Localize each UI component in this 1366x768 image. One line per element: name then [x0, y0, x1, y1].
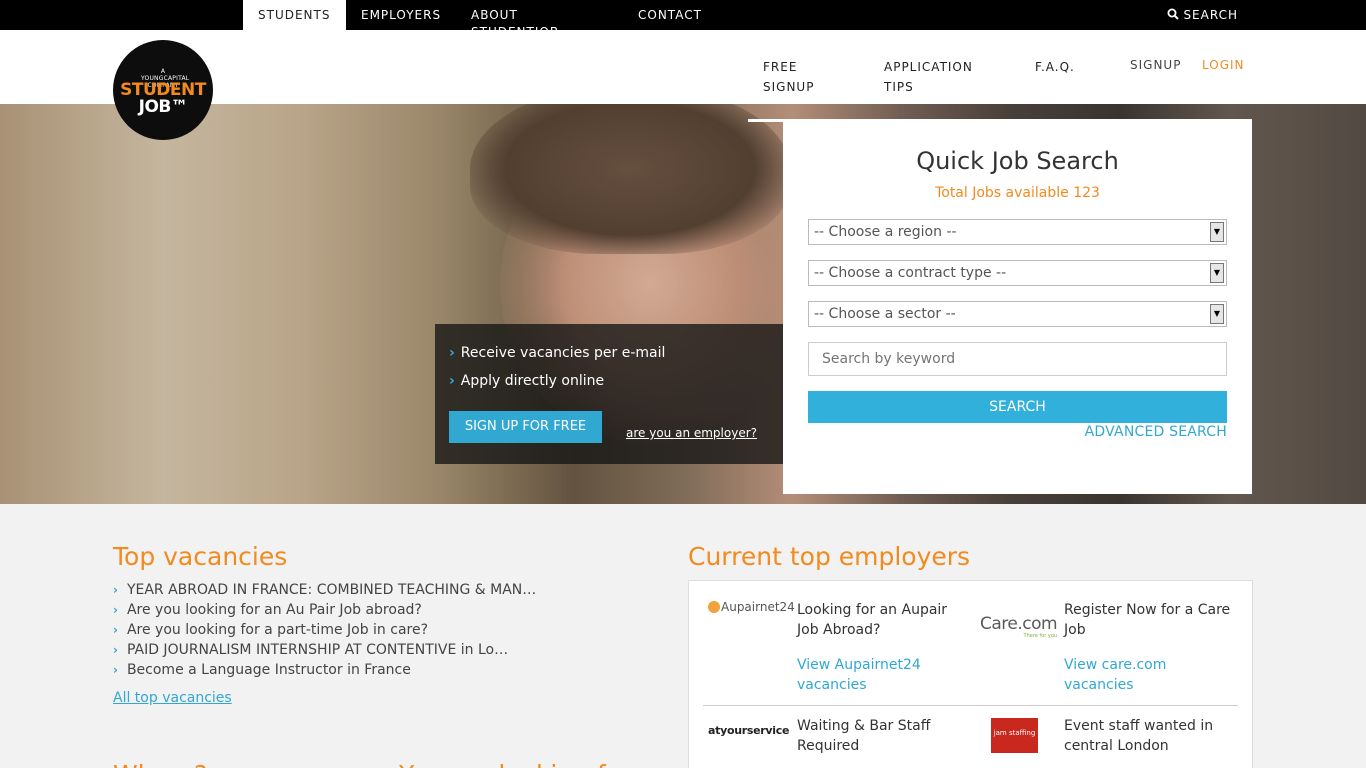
dropdown-arrow-icon: ▼: [1210, 304, 1224, 324]
top-vacancies-title: Top vacancies: [113, 542, 288, 571]
chevron-right-icon: ›: [113, 643, 118, 657]
sector-select[interactable]: -- Choose a sector -- ▼: [808, 301, 1227, 327]
total-jobs: Total Jobs available 123: [935, 185, 1100, 201]
quick-job-search-panel: Quick Job Search Total Jobs available 12…: [783, 119, 1252, 494]
vacancy-item[interactable]: › PAID JOURNALISM INTERNSHIP AT CONTENTIV…: [113, 640, 633, 660]
care-com-logo-text: Care.com: [980, 614, 1058, 634]
region-select[interactable]: -- Choose a region -- ▼: [808, 219, 1227, 245]
vacancy-title: Are you looking for a part-time Job in c…: [126, 622, 429, 638]
vacancy-title: PAID JOURNALISM INTERNSHIP AT CONTENTIVE…: [126, 642, 509, 658]
nav-login[interactable]: LOGIN: [1202, 55, 1245, 75]
hero-item-text: Apply directly online: [460, 373, 605, 389]
region-select-value: -- Choose a region --: [814, 224, 957, 240]
dropdown-arrow-icon: ▼: [1210, 263, 1224, 283]
vacancy-item[interactable]: › Are you looking for a part-time Job in …: [113, 620, 633, 640]
top-search-label: SEARCH: [1183, 8, 1238, 22]
jam-staffing-logo[interactable]: jam staffing: [991, 718, 1038, 753]
top-search-link[interactable]: SEARCH: [1167, 0, 1238, 30]
search-icon: [1167, 8, 1180, 20]
vacancy-item[interactable]: › YEAR ABROAD IN FRANCE: COMBINED TEACHIN…: [113, 580, 633, 600]
top-nav-employers[interactable]: EMPLOYERS: [361, 0, 441, 30]
advanced-search-link[interactable]: ADVANCED SEARCH: [1085, 424, 1227, 440]
employer-divider: [703, 705, 1238, 706]
nav-tips-line2: TIPS: [884, 80, 914, 94]
nav-application-tips[interactable]: APPLICATION TIPS: [884, 57, 973, 97]
all-top-vacancies-link[interactable]: All top vacancies: [113, 690, 232, 706]
hero-item: › Receive vacancies per e-mail: [449, 345, 665, 361]
care-com-logo[interactable]: Care.com There for you: [980, 614, 1058, 639]
chevron-right-icon: ›: [113, 603, 118, 617]
top-nav-contact[interactable]: CONTACT: [638, 0, 702, 30]
keyword-search-input[interactable]: [808, 342, 1227, 376]
employer-link[interactable]: View Aupairnet24 vacancies: [797, 655, 957, 695]
globe-icon: [708, 601, 720, 613]
studentjob-logo[interactable]: A YOUNGCAPITAL COMPANY STUDENT JOB™: [113, 40, 213, 140]
sign-up-free-button[interactable]: SIGN UP FOR FREE: [449, 411, 602, 443]
atyourservice-logo[interactable]: atyourservice: [708, 724, 789, 737]
sector-select-value: -- Choose a sector --: [814, 306, 956, 322]
top-employers-box: Aupairnet24 Looking for an Aupair Job Ab…: [688, 580, 1253, 768]
search-button[interactable]: SEARCH: [808, 391, 1227, 423]
nav-free-signup-line2: SIGNUP: [763, 80, 815, 94]
nav-faq[interactable]: F.A.Q.: [1035, 57, 1075, 77]
hero-item: › Apply directly online: [449, 373, 604, 389]
vacancy-item[interactable]: › Are you looking for an Au Pair Job abro…: [113, 600, 633, 620]
looking-for-title: You are looking for: [399, 760, 631, 768]
nav-free-signup[interactable]: FREE SIGNUP: [763, 57, 814, 97]
employer-text: Looking for an Aupair Job Abroad?: [797, 602, 948, 638]
where-title: Where?: [113, 760, 207, 768]
top-employers-title: Current top employers: [688, 542, 971, 571]
dropdown-arrow-icon: ▼: [1210, 222, 1224, 242]
chevron-right-icon: ›: [449, 373, 455, 389]
contract-type-select[interactable]: -- Choose a contract type -- ▼: [808, 260, 1227, 286]
hero-promo-box: › Receive vacancies per e-mail › Apply dir…: [435, 324, 783, 464]
aupairnet24-logo-text: Aupairnet24: [721, 600, 795, 614]
chevron-right-icon: ›: [449, 345, 455, 361]
chevron-right-icon: ›: [113, 623, 118, 637]
top-nav-students[interactable]: STUDENTS: [243, 0, 346, 30]
nav-signup[interactable]: SIGNUP: [1130, 55, 1181, 75]
chevron-right-icon: ›: [113, 583, 118, 597]
employer-link[interactable]: are you an employer?: [626, 426, 757, 440]
top-vacancies-list: › YEAR ABROAD IN FRANCE: COMBINED TEACHIN…: [113, 580, 633, 680]
employer-text: Register Now for a Care Job: [1064, 602, 1231, 638]
logo-line2: JOB™: [138, 97, 188, 117]
hero-item-text: Receive vacancies per e-mail: [460, 345, 666, 361]
vacancy-title: Become a Language Instructor in France: [126, 662, 411, 678]
nav-free-signup-line1: FREE: [763, 60, 798, 74]
panel-accent-line: [748, 119, 784, 122]
top-bar: STUDENTS EMPLOYERS ABOUT STUDENTJOB CONT…: [0, 0, 1366, 30]
employer-link[interactable]: View care.com vacancies: [1064, 655, 1224, 695]
employer-text: Waiting & Bar Staff Required: [797, 718, 931, 754]
chevron-right-icon: ›: [113, 663, 118, 677]
nav-tips-line1: APPLICATION: [884, 60, 973, 74]
vacancy-title: Are you looking for an Au Pair Job abroa…: [126, 602, 422, 618]
vacancy-item[interactable]: › Become a Language Instructor in France: [113, 660, 633, 680]
top-nav-about[interactable]: ABOUT STUDENTJOB: [471, 7, 571, 30]
employer-text: Event staff wanted in central London: [1064, 718, 1214, 754]
search-title: Quick Job Search: [916, 147, 1119, 175]
aupairnet24-logo[interactable]: Aupairnet24: [708, 600, 795, 614]
vacancy-title: YEAR ABROAD IN FRANCE: COMBINED TEACHING…: [126, 582, 537, 598]
contract-select-value: -- Choose a contract type --: [814, 265, 1007, 281]
